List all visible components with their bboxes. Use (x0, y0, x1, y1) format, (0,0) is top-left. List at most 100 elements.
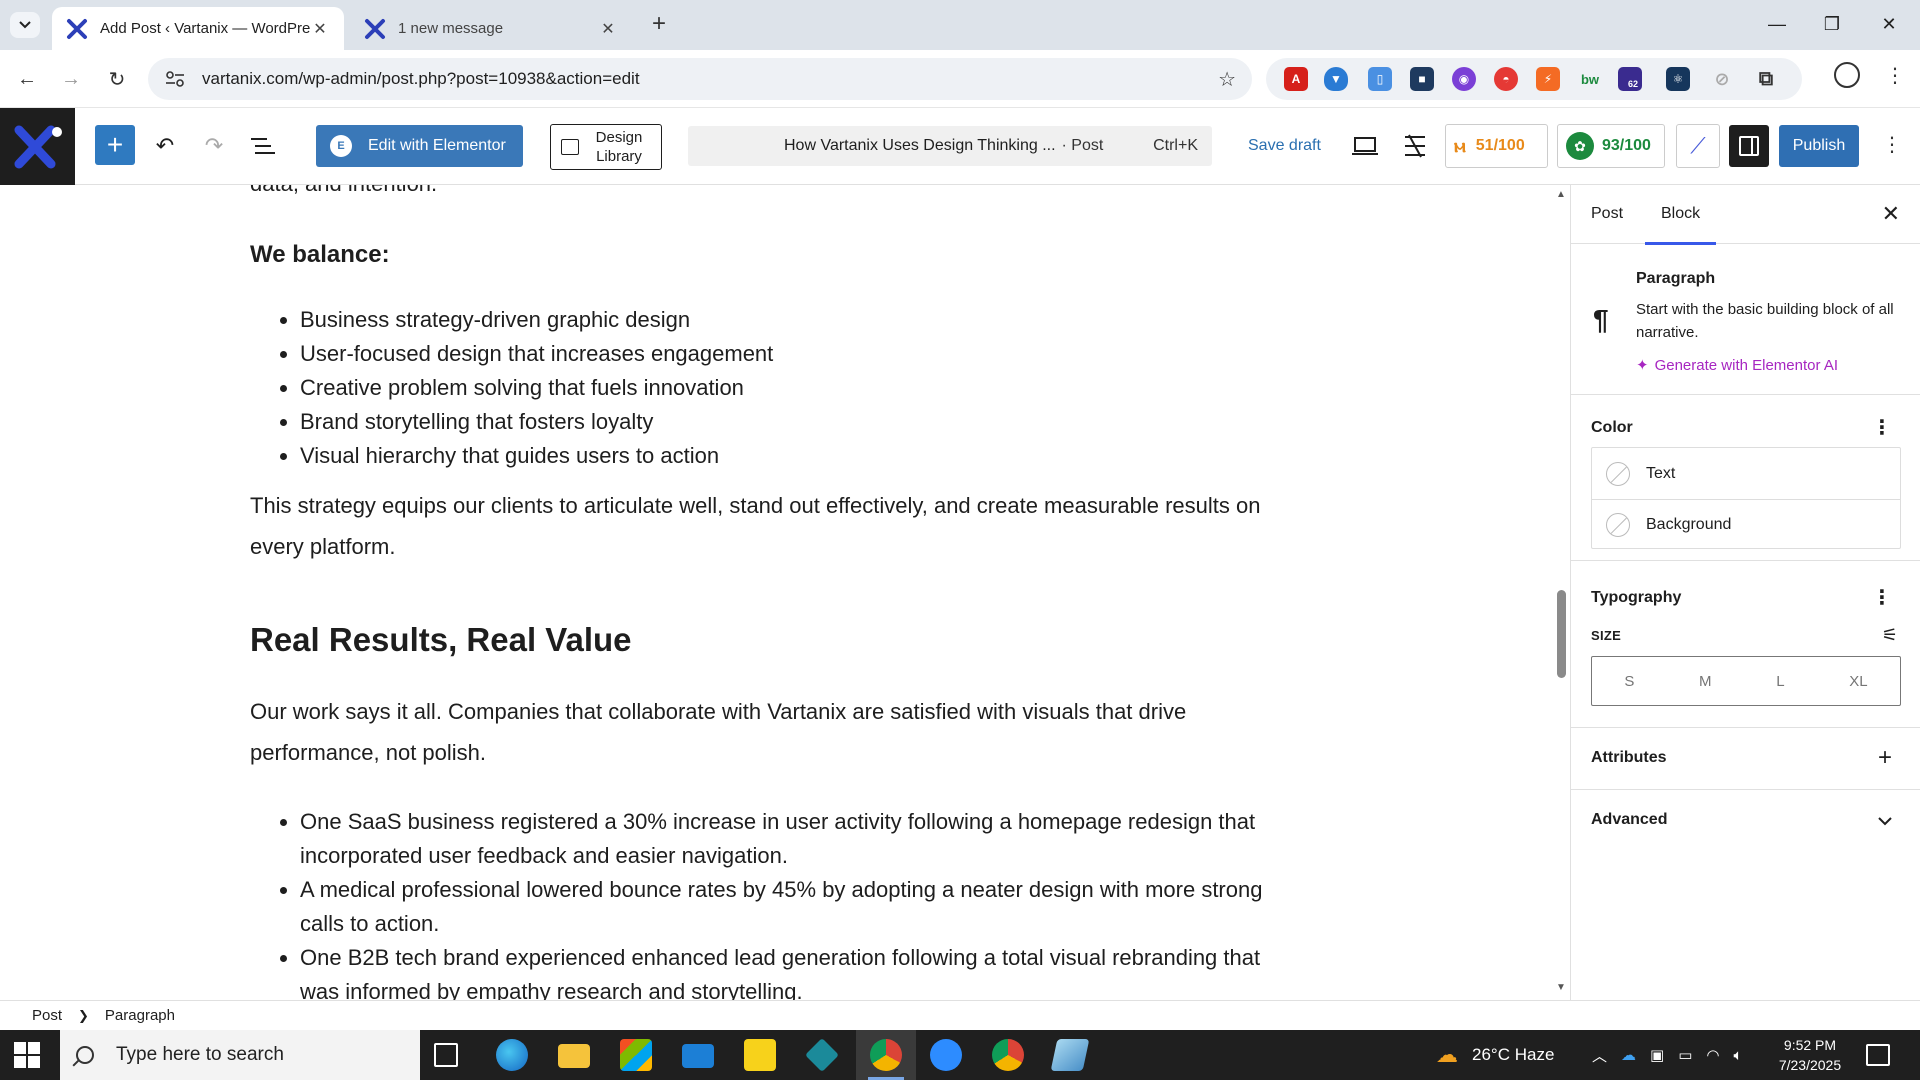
meet-now-icon[interactable]: ▣ (1650, 1046, 1664, 1064)
undo-icon[interactable]: ↶ (150, 131, 180, 161)
breadcrumb-paragraph[interactable]: Paragraph (105, 1007, 175, 1024)
size-option-s[interactable]: S (1624, 673, 1634, 690)
results-list[interactable]: One SaaS business registered a 30% incre… (250, 805, 1300, 1000)
folder-extension-icon[interactable]: ■ (1410, 67, 1434, 91)
readability-score-badge[interactable]: ✿ 93/100 (1557, 124, 1665, 168)
options-menu-icon[interactable]: ⋮ (1882, 132, 1902, 157)
weather-widget[interactable]: ☁ 26°C Haze (1436, 1030, 1554, 1080)
pokeball-extension-icon[interactable]: ◓ (1494, 67, 1518, 91)
academy-extension-icon[interactable]: 62 (1618, 67, 1642, 91)
generate-ai-link[interactable]: ✦ Generate with Elementor AI (1636, 356, 1838, 374)
shield-extension-icon[interactable]: ▼ (1324, 67, 1348, 91)
edit-with-elementor-button[interactable]: E Edit with Elementor (316, 125, 523, 167)
scroll-up-arrow-icon[interactable]: ▲ (1556, 189, 1566, 200)
notepad-app-icon[interactable] (1050, 1039, 1090, 1071)
pdf-extension-icon[interactable]: A (1284, 67, 1308, 91)
preview-device-icon[interactable] (1350, 131, 1380, 161)
close-sidebar-icon[interactable]: ✕ (1882, 201, 1900, 227)
size-option-m[interactable]: M (1699, 673, 1712, 690)
scrollbar-thumb[interactable] (1557, 590, 1566, 678)
attributes-panel[interactable]: Attributes + (1571, 728, 1920, 790)
docs-extension-icon[interactable]: ▯ (1368, 67, 1392, 91)
seo-score-badge[interactable]: ⲙ 51/100 (1445, 124, 1548, 168)
add-attribute-plus-icon[interactable]: + (1878, 744, 1892, 772)
task-view-icon[interactable] (434, 1043, 458, 1067)
balance-list[interactable]: Business strategy-driven graphic design … (250, 303, 1300, 473)
close-icon[interactable]: ✕ (310, 19, 330, 39)
tab-search-button[interactable] (10, 12, 40, 38)
chrome-icon[interactable] (870, 1039, 902, 1071)
background-color-option[interactable]: Background (1592, 499, 1900, 550)
tab-block[interactable]: Block (1644, 205, 1717, 245)
results-paragraph[interactable]: Our work says it all. Companies that col… (250, 691, 1250, 773)
compass-extension-icon[interactable]: ⊘ (1710, 67, 1734, 91)
restore-icon[interactable]: ❐ (1809, 8, 1855, 40)
wifi-icon[interactable]: ◠ (1706, 1046, 1719, 1064)
breadcrumb-post[interactable]: Post (32, 1007, 62, 1024)
custom-size-sliders-icon[interactable]: ⚟ (1882, 625, 1898, 646)
redo-icon[interactable]: ↷ (199, 131, 229, 161)
file-explorer-icon[interactable] (558, 1044, 590, 1068)
address-bar[interactable]: vartanix.com/wp-admin/post.php?post=1093… (148, 58, 1252, 100)
save-draft-button[interactable]: Save draft (1248, 137, 1321, 155)
weather-text: 26°C Haze (1472, 1045, 1555, 1064)
chrome-profile-icon[interactable] (992, 1039, 1024, 1071)
design-library-button[interactable]: Design Library (550, 124, 662, 170)
add-block-button[interactable]: + (95, 125, 135, 165)
site-settings-icon[interactable] (166, 71, 184, 87)
color-panel-title: Color (1591, 419, 1633, 436)
microsoft-store-icon[interactable] (620, 1039, 652, 1071)
strategy-paragraph[interactable]: This strategy equips our clients to arti… (250, 485, 1300, 567)
typography-options-icon[interactable]: ⋮ (1872, 585, 1892, 610)
volume-icon[interactable]: 🔈︎ (1733, 1047, 1742, 1064)
settings-sidebar-toggle[interactable] (1729, 125, 1769, 167)
color-options-icon[interactable]: ⋮ (1872, 415, 1892, 440)
notification-center-icon[interactable] (1866, 1044, 1890, 1066)
minimize-icon[interactable]: — (1754, 8, 1800, 40)
edge-browser-icon[interactable] (496, 1039, 528, 1071)
site-logo-icon[interactable] (0, 108, 75, 185)
back-arrow-icon[interactable]: ← (12, 64, 42, 94)
browser-tab-wordpress[interactable]: Add Post ‹ Vartanix — WordPre ✕ (52, 7, 344, 50)
new-tab-plus-icon[interactable]: + (652, 12, 666, 36)
sticky-notes-icon[interactable] (744, 1039, 776, 1071)
react-devtools-icon[interactable]: ⚛ (1666, 67, 1690, 91)
window-close-icon[interactable]: ✕ (1866, 8, 1912, 40)
advanced-panel[interactable]: Advanced (1571, 790, 1920, 852)
chrome-menu-icon[interactable]: ⋮ (1885, 63, 1905, 88)
command-palette-bar[interactable]: How Vartanix Uses Design Thinking ... · … (688, 126, 1212, 166)
bookmark-star-icon[interactable]: ☆ (1218, 67, 1236, 92)
paragraph-fragment[interactable]: data, and intention. (250, 185, 437, 204)
puzzle-extensions-icon[interactable]: ⧉ (1754, 67, 1778, 91)
heading-we-balance[interactable]: We balance: (250, 241, 390, 269)
app-diamond-icon[interactable] (805, 1038, 839, 1072)
tab-post[interactable]: Post (1591, 205, 1623, 223)
text-color-option[interactable]: Text (1592, 448, 1900, 499)
document-overview-icon[interactable] (248, 131, 278, 161)
ai-assistant-wand-icon[interactable]: ⟋ (1676, 124, 1720, 168)
colorzilla-extension-icon[interactable]: ◉ (1452, 67, 1476, 91)
browser-tab-message[interactable]: 1 new message ✕ (350, 7, 632, 50)
chevron-up-icon[interactable]: ︿ (1592, 1045, 1607, 1066)
mail-icon[interactable] (682, 1044, 714, 1068)
heading-real-results[interactable]: Real Results, Real Value (250, 621, 632, 659)
taskbar-clock[interactable]: 9:52 PM 7/23/2025 (1760, 1035, 1860, 1075)
bw-extension-icon[interactable]: bw (1578, 67, 1602, 91)
battery-icon[interactable]: ▭ (1678, 1046, 1692, 1064)
forward-arrow-icon[interactable]: → (56, 64, 86, 94)
size-option-l[interactable]: L (1776, 673, 1784, 690)
lightning-extension-icon[interactable]: ⚡ (1536, 67, 1560, 91)
taskbar-search[interactable]: Type here to search (60, 1030, 420, 1080)
size-option-xl[interactable]: XL (1849, 673, 1867, 690)
zoom-icon[interactable] (930, 1039, 962, 1071)
jetpack-tools-icon[interactable] (1400, 131, 1430, 161)
close-icon[interactable]: ✕ (598, 19, 618, 39)
scroll-down-arrow-icon[interactable]: ▼ (1556, 982, 1566, 993)
chevron-down-icon[interactable] (1878, 816, 1892, 826)
windows-start-icon[interactable] (14, 1042, 40, 1068)
publish-button[interactable]: Publish (1779, 125, 1859, 167)
onedrive-cloud-icon[interactable]: ☁ (1621, 1046, 1636, 1064)
canvas-scrollbar[interactable]: ▲ ▼ (1552, 185, 1570, 1000)
profile-avatar-icon[interactable] (1834, 62, 1860, 88)
reload-icon[interactable]: ↻ (102, 64, 132, 94)
